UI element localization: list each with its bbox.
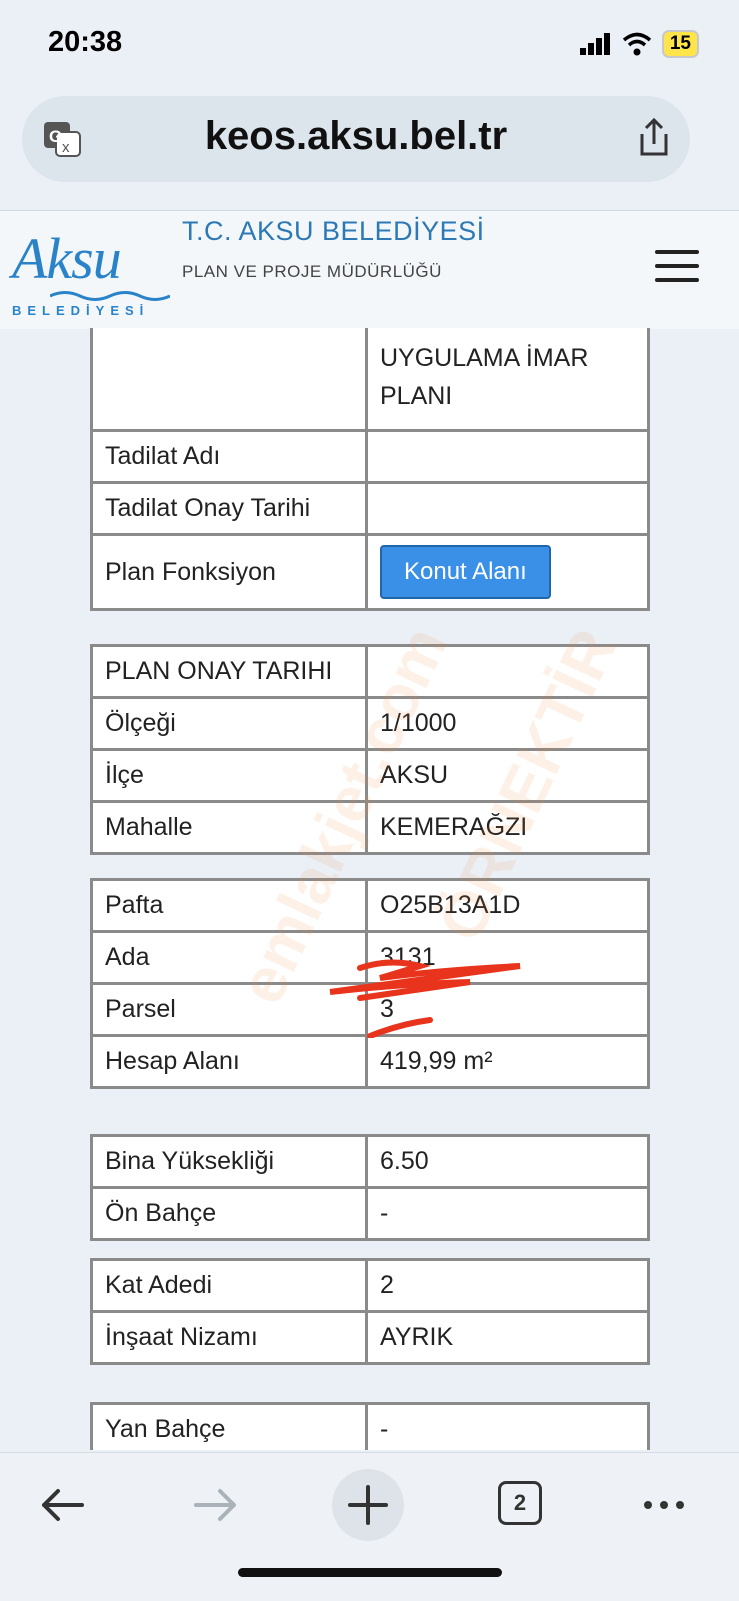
table-row: Ön Bahçe - xyxy=(90,1186,650,1241)
table-key: Parsel xyxy=(90,982,368,1037)
table-key: Tadilat Adı xyxy=(90,429,368,484)
side-yard-table: Yan Bahçe - xyxy=(90,1402,650,1450)
table-value: Konut Alanı xyxy=(365,533,650,611)
aksu-logo[interactable]: Aksu BELEDİYESİ xyxy=(10,223,175,323)
table-value: 2 xyxy=(365,1258,650,1313)
home-indicator[interactable] xyxy=(238,1568,502,1577)
table-row: Ada 3131 xyxy=(90,930,650,985)
table-key xyxy=(90,328,368,432)
org-title: T.C. AKSU BELEDİYESİ xyxy=(182,216,485,246)
table-key: Ölçeği xyxy=(90,696,368,751)
table-row: UYGULAMA İMAR PLANI xyxy=(90,328,650,432)
table-row: Bina Yüksekliği 6.50 xyxy=(90,1134,650,1189)
table-value: 1/1000 xyxy=(365,696,650,751)
new-tab-plus-icon[interactable] xyxy=(330,1467,406,1543)
logo-subtext: BELEDİYESİ xyxy=(12,303,150,318)
table-key: Kat Adedi xyxy=(90,1258,368,1313)
menu-line xyxy=(655,278,699,282)
table-key: Tadilat Onay Tarihi xyxy=(90,481,368,536)
table-row: Ölçeği 1/1000 xyxy=(90,696,650,751)
table-value xyxy=(365,429,650,484)
table-value xyxy=(365,644,650,699)
battery-indicator: 15 xyxy=(661,30,699,58)
table-value: 3131 xyxy=(365,930,650,985)
url-text[interactable]: keos.aksu.bel.tr xyxy=(22,114,690,159)
table-row: Tadilat Adı xyxy=(90,429,650,484)
table-key: Ön Bahçe xyxy=(90,1186,368,1241)
table-key: İlçe xyxy=(90,748,368,803)
cellular-signal-icon xyxy=(579,33,610,55)
share-icon[interactable] xyxy=(632,116,676,160)
logo-wave-icon xyxy=(50,291,170,301)
table-key: Ada xyxy=(90,930,368,985)
more-options-icon[interactable] xyxy=(636,1475,696,1535)
hamburger-menu-button[interactable] xyxy=(655,250,699,282)
table-value: 3 xyxy=(365,982,650,1037)
plan-type-line1: UYGULAMA İMAR xyxy=(380,344,589,372)
floor-table: Kat Adedi 2 İnşaat Nizamı AYRIK xyxy=(90,1258,650,1365)
table-row: Hesap Alanı 419,99 m² xyxy=(90,1034,650,1089)
table-row: PLAN ONAY TARIHI xyxy=(90,644,650,699)
browser-toolbar: 2 xyxy=(0,1452,739,1601)
table-value: 6.50 xyxy=(365,1134,650,1189)
plan-info-table: UYGULAMA İMAR PLANI Tadilat Adı Tadilat … xyxy=(90,328,650,611)
status-icons: 15 xyxy=(579,30,699,58)
table-value xyxy=(365,481,650,536)
address-bar[interactable]: G x keos.aksu.bel.tr xyxy=(22,96,690,182)
table-value: - xyxy=(365,1186,650,1241)
plan-type-line2: PLANI xyxy=(380,382,453,410)
height-table: Bina Yüksekliği 6.50 Ön Bahçe - xyxy=(90,1134,650,1241)
table-key: İnşaat Nizamı xyxy=(90,1310,368,1365)
table-value: AYRIK xyxy=(365,1310,650,1365)
table-key: Bina Yüksekliği xyxy=(90,1134,368,1189)
table-key: Mahalle xyxy=(90,800,368,855)
table-value: O25B13A1D xyxy=(365,878,650,933)
page-content[interactable]: UYGULAMA İMAR PLANI Tadilat Adı Tadilat … xyxy=(0,328,739,1450)
forward-arrow-icon[interactable] xyxy=(186,1475,246,1535)
table-value: - xyxy=(365,1402,650,1450)
menu-line xyxy=(655,250,699,254)
plan-function-button[interactable]: Konut Alanı xyxy=(380,545,551,599)
status-time: 20:38 xyxy=(48,26,123,58)
table-value: 419,99 m² xyxy=(365,1034,650,1089)
table-key: PLAN ONAY TARIHI xyxy=(90,644,368,699)
menu-line xyxy=(655,264,699,268)
table-row: Plan Fonksiyon Konut Alanı xyxy=(90,533,650,611)
table-row: Parsel 3 xyxy=(90,982,650,1037)
table-row: Tadilat Onay Tarihi xyxy=(90,481,650,536)
table-key: Pafta xyxy=(90,878,368,933)
back-arrow-icon[interactable] xyxy=(32,1475,92,1535)
location-table: PLAN ONAY TARIHI Ölçeği 1/1000 İlçe AKSU… xyxy=(90,644,650,855)
wifi-icon xyxy=(622,32,651,56)
table-row: Pafta O25B13A1D xyxy=(90,878,650,933)
table-row: İnşaat Nizamı AYRIK xyxy=(90,1310,650,1365)
table-row: Kat Adedi 2 xyxy=(90,1258,650,1313)
table-row: Yan Bahçe - xyxy=(90,1402,650,1450)
logo-text: Aksu xyxy=(12,226,122,291)
tabs-count-button[interactable]: 2 xyxy=(498,1481,542,1525)
table-value: KEMERAĞZI xyxy=(365,800,650,855)
table-key: Hesap Alanı xyxy=(90,1034,368,1089)
table-value: AKSU xyxy=(365,748,650,803)
org-subtitle: PLAN VE PROJE MÜDÜRLÜĞÜ xyxy=(182,262,442,281)
parcel-table: Pafta O25B13A1D Ada 3131 Parsel 3 Hesap … xyxy=(90,878,650,1089)
table-row: Mahalle KEMERAĞZI xyxy=(90,800,650,855)
table-key: Yan Bahçe xyxy=(90,1402,368,1450)
status-bar: 20:38 15 xyxy=(0,0,739,88)
table-row: İlçe AKSU xyxy=(90,748,650,803)
table-value: UYGULAMA İMAR PLANI xyxy=(365,328,650,432)
table-key: Plan Fonksiyon xyxy=(90,533,368,611)
